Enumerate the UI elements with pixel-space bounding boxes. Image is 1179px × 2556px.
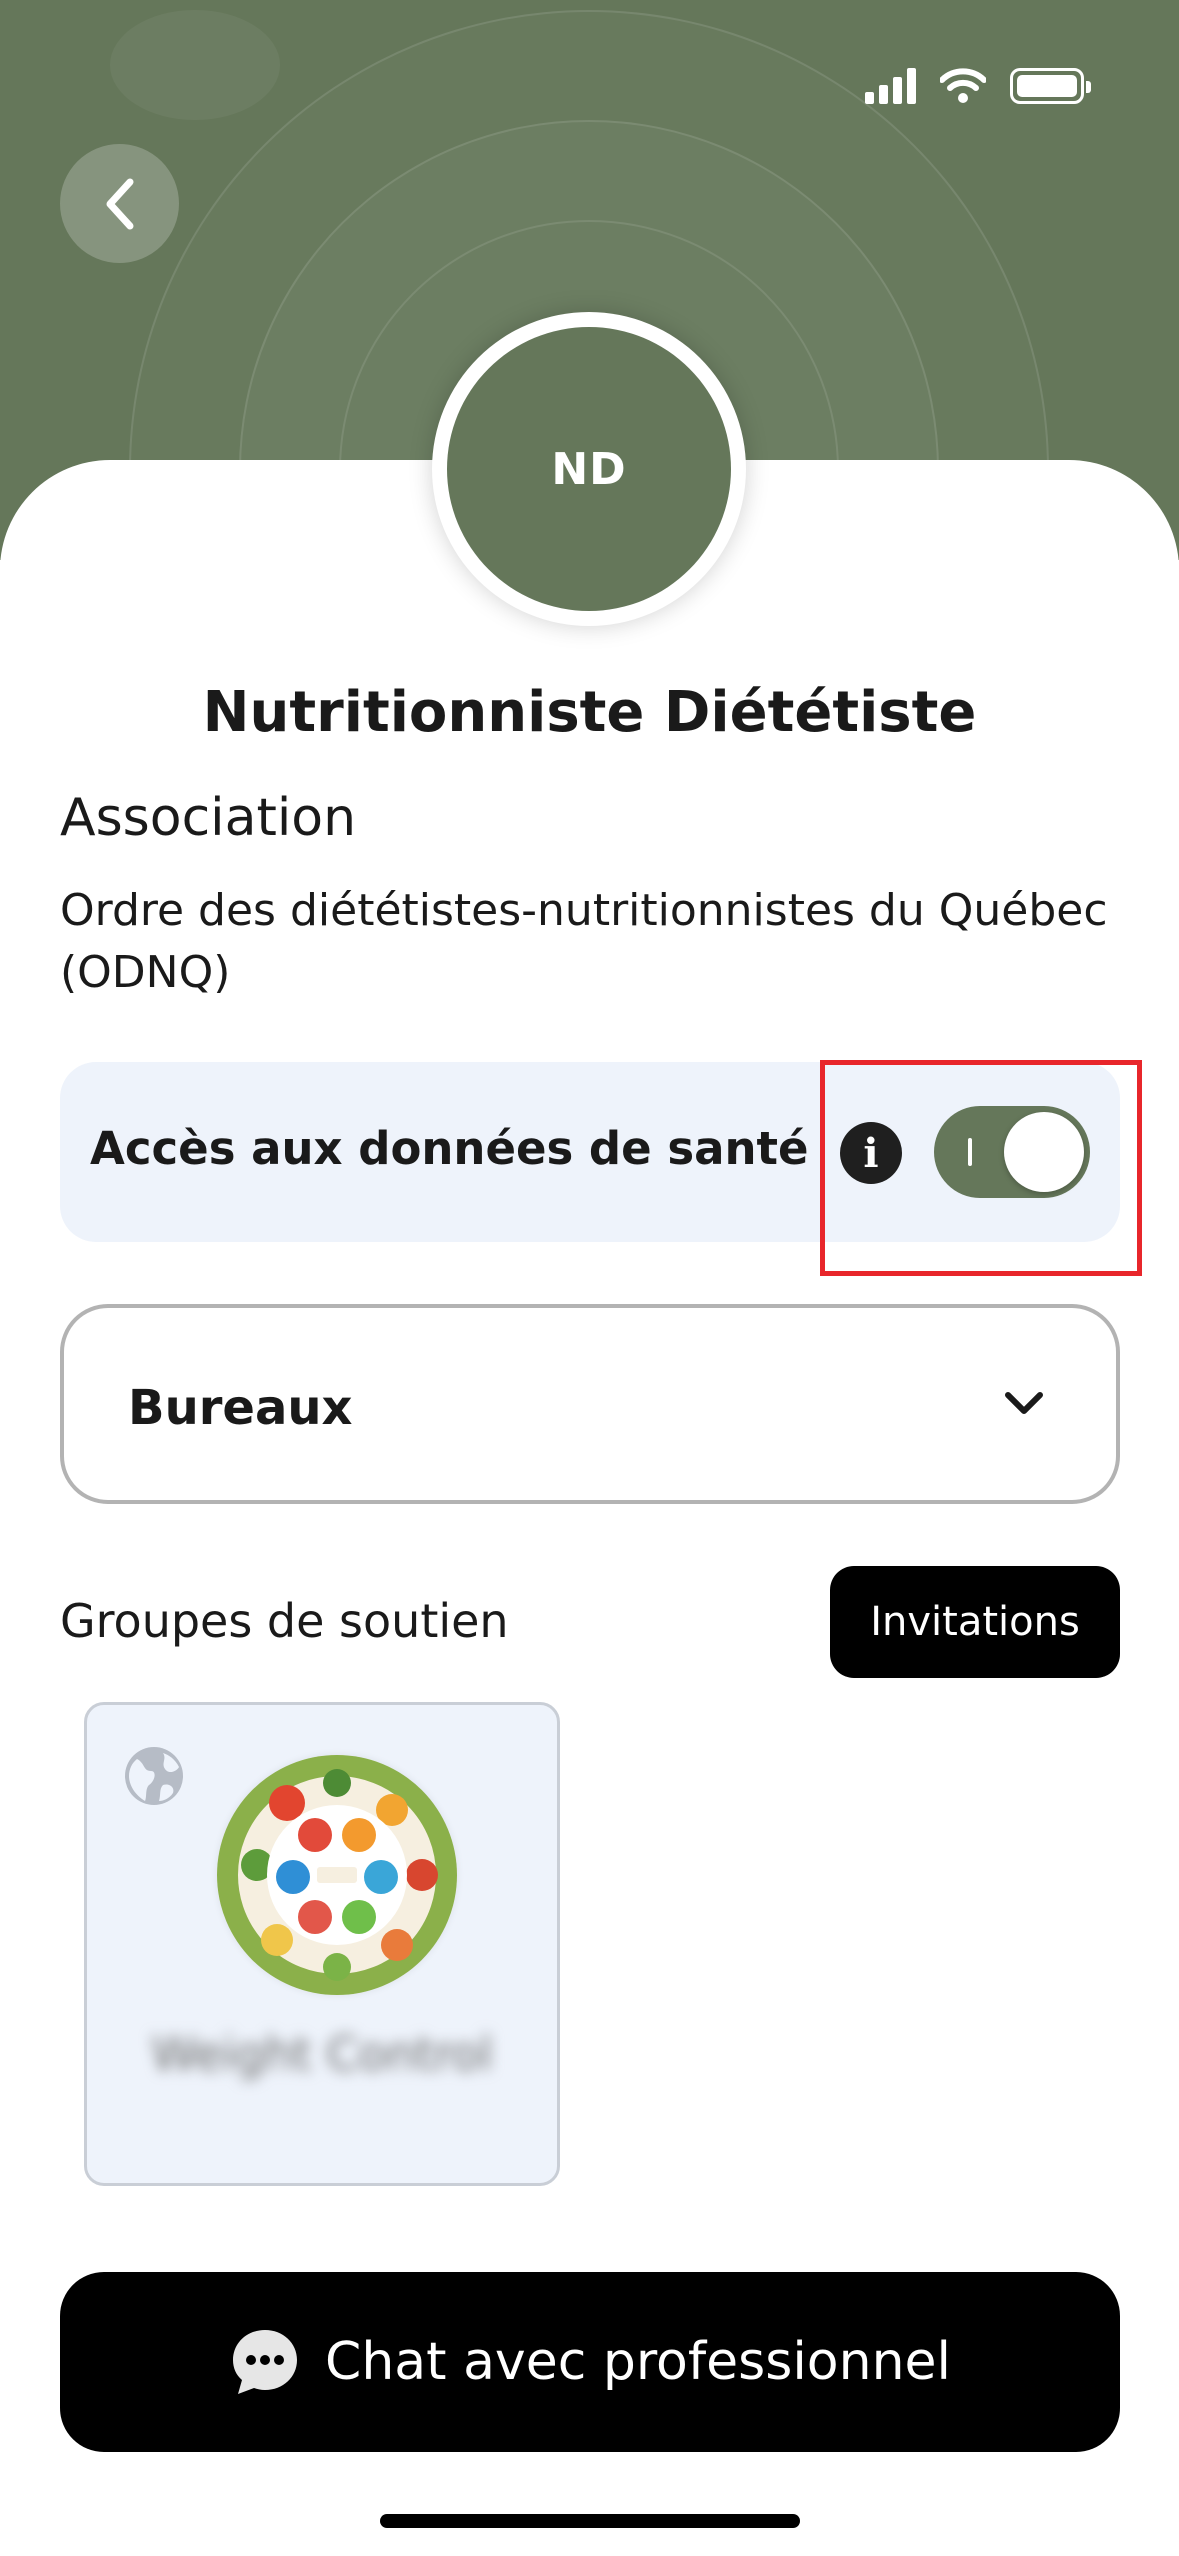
header-decoration — [110, 10, 280, 120]
chevron-left-icon — [106, 178, 133, 229]
health-data-access-label: Accès aux données de santé — [90, 1122, 809, 1175]
page-title: Nutritionniste Diététiste — [202, 680, 977, 745]
association-heading: Association — [60, 788, 357, 848]
group-image — [217, 1755, 457, 1995]
invitations-button[interactable]: Invitations — [830, 1566, 1120, 1678]
avatar-initials: ND — [551, 443, 627, 495]
chevron-down-icon — [1005, 1392, 1043, 1414]
avatar-frame: ND — [432, 312, 746, 626]
back-button[interactable] — [60, 144, 179, 263]
offices-label: Bureaux — [128, 1380, 353, 1436]
invitations-label: Invitations — [870, 1599, 1080, 1645]
info-glyph: i — [863, 1129, 879, 1177]
wifi-icon — [940, 68, 986, 103]
status-bar — [865, 68, 1091, 104]
chat-button-label: Chat avec professionnel — [325, 2332, 951, 2392]
toggle-on-mark — [968, 1138, 972, 1166]
support-group-card[interactable]: Weight Control — [84, 1702, 560, 2186]
globe-icon — [125, 1747, 183, 1805]
health-data-access-toggle[interactable] — [934, 1106, 1090, 1198]
cellular-signal-icon — [865, 68, 916, 104]
healthy-eating-illustration — [217, 1755, 457, 1995]
offices-dropdown[interactable]: Bureaux — [60, 1304, 1120, 1504]
chat-with-professional-button[interactable]: Chat avec professionnel — [60, 2272, 1120, 2452]
home-indicator[interactable] — [380, 2514, 800, 2528]
group-name: Weight Control — [151, 2027, 493, 2081]
chat-bubble-icon — [233, 2330, 298, 2394]
health-data-access-row: Accès aux données de santé i — [60, 1062, 1120, 1242]
toggle-knob — [1004, 1112, 1084, 1192]
info-icon[interactable]: i — [840, 1122, 902, 1184]
profile-card — [0, 460, 1179, 2556]
association-name: Ordre des diététistes-nutritionnistes du… — [60, 885, 1108, 998]
support-groups-heading: Groupes de soutien — [60, 1594, 509, 1648]
battery-icon — [1010, 68, 1091, 104]
avatar: ND — [447, 327, 731, 611]
